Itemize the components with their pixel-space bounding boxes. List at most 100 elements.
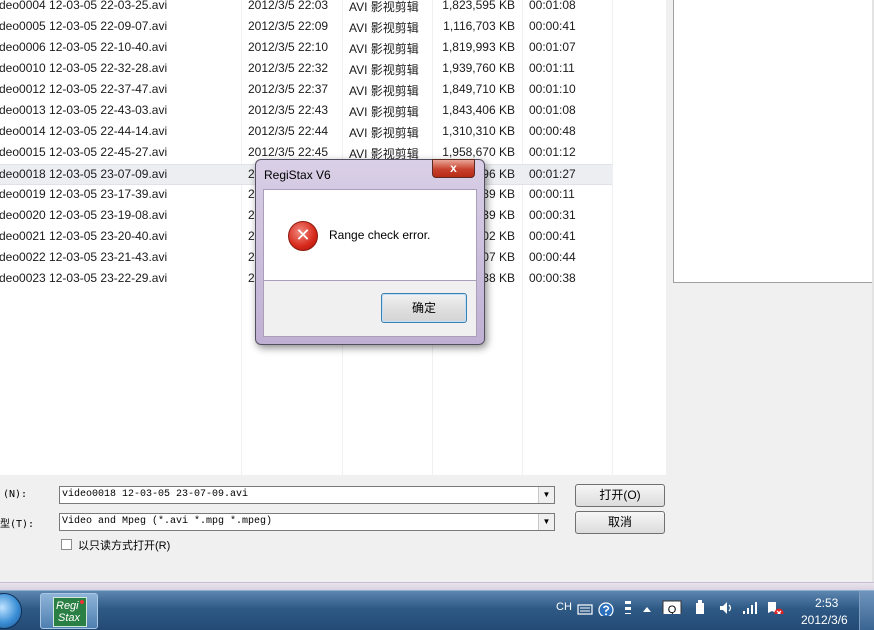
file-duration: 00:01:12 bbox=[529, 145, 576, 159]
file-date: 2 bbox=[248, 271, 255, 285]
file-name: deo0019 12-03-05 23-17-39.avi bbox=[0, 187, 168, 201]
file-date: 2012/3/5 22:32 bbox=[248, 61, 329, 75]
filetype-label: 型(T): bbox=[0, 519, 35, 530]
registax-icon-dot bbox=[80, 600, 84, 604]
file-size: 1,939,760 KB bbox=[442, 61, 515, 75]
file-type: AVI 影视剪辑 bbox=[349, 0, 419, 14]
svg-text:Q: Q bbox=[668, 604, 677, 614]
registax-icon: Regi Stax bbox=[53, 597, 87, 627]
file-duration: 00:00:41 bbox=[529, 229, 576, 243]
file-row[interactable]: deo0012 12-03-05 22-37-47.avi 2012/3/5 22… bbox=[0, 80, 612, 101]
file-size: 1,310,310 KB bbox=[442, 124, 515, 138]
file-date: 2 bbox=[248, 250, 255, 264]
file-name: deo0021 12-03-05 23-20-40.avi bbox=[0, 229, 168, 243]
safely-remove-hardware-icon[interactable] bbox=[693, 600, 707, 614]
file-name: deo0022 12-03-05 23-21-43.avi bbox=[0, 250, 168, 264]
file-size: 1,819,993 KB bbox=[442, 40, 515, 54]
taskbar-app-registax[interactable]: Regi Stax bbox=[40, 593, 98, 629]
file-date: 2 bbox=[248, 208, 255, 222]
error-message: Range check error. bbox=[329, 228, 431, 242]
file-size: 1,958,670 KB bbox=[442, 145, 515, 159]
file-duration: 00:01:07 bbox=[529, 40, 576, 54]
error-icon: ✕ bbox=[288, 221, 318, 251]
cancel-button[interactable]: 取消 bbox=[575, 511, 665, 534]
file-duration: 00:01:10 bbox=[529, 82, 576, 96]
error-dialog: RegiStax V6 x ✕ Range check error. 确定 bbox=[255, 159, 485, 345]
file-size: 1,116,703 KB bbox=[443, 19, 515, 33]
file-name: deo0010 12-03-05 22-32-28.avi bbox=[0, 61, 168, 75]
ime-icon[interactable]: Q bbox=[662, 600, 682, 614]
file-type: AVI 影视剪辑 bbox=[349, 63, 419, 77]
filetype-combo[interactable]: Video and Mpeg (*.avi *.mpg *.mpeg) ▼ bbox=[59, 513, 555, 531]
help-icon[interactable] bbox=[598, 602, 614, 616]
file-row[interactable]: deo0005 12-03-05 22-09-07.avi 2012/3/5 22… bbox=[0, 17, 612, 38]
file-date: 2012/3/5 22:43 bbox=[248, 103, 329, 117]
options-icon[interactable] bbox=[622, 600, 634, 614]
language-indicator[interactable]: CH bbox=[556, 601, 572, 613]
file-row[interactable]: deo0014 12-03-05 22-44-14.avi 2012/3/5 22… bbox=[0, 122, 612, 143]
file-type: AVI 影视剪辑 bbox=[349, 126, 419, 140]
file-name: deo0004 12-03-05 22-03-25.avi bbox=[0, 0, 168, 12]
file-date: 2012/3/5 22:45 bbox=[248, 145, 329, 159]
file-row[interactable]: deo0006 12-03-05 22-10-40.avi 2012/3/5 22… bbox=[0, 38, 612, 59]
file-name: deo0020 12-03-05 23-19-08.avi bbox=[0, 208, 168, 222]
file-duration: 00:00:11 bbox=[529, 187, 575, 201]
file-name: deo0014 12-03-05 22-44-14.avi bbox=[0, 124, 168, 138]
readonly-label: 以只读方式打开(R) bbox=[78, 540, 171, 552]
dialog-footer: 确定 bbox=[263, 281, 477, 337]
keyboard-icon[interactable] bbox=[577, 602, 593, 616]
show-desktop-button[interactable] bbox=[859, 591, 874, 630]
file-date: 2012/3/5 22:03 bbox=[248, 0, 329, 12]
file-name: deo0018 12-03-05 23-07-09.avi bbox=[0, 167, 168, 181]
file-date: 2012/3/5 22:37 bbox=[248, 82, 329, 96]
file-name: deo0015 12-03-05 22-45-27.avi bbox=[0, 145, 168, 159]
file-type: AVI 影视剪辑 bbox=[349, 105, 419, 119]
close-icon[interactable]: x bbox=[432, 159, 475, 178]
file-type: AVI 影视剪辑 bbox=[349, 84, 419, 98]
file-date: 2012/3/5 22:09 bbox=[248, 19, 329, 33]
file-duration: 00:01:11 bbox=[529, 61, 575, 75]
volume-icon[interactable] bbox=[718, 600, 734, 614]
file-duration: 00:00:44 bbox=[529, 250, 576, 264]
file-row[interactable]: deo0004 12-03-05 22-03-25.avi 2012/3/5 22… bbox=[0, 0, 612, 17]
dialog-title: RegiStax V6 bbox=[264, 168, 331, 182]
network-icon[interactable] bbox=[742, 601, 758, 615]
file-duration: 00:00:31 bbox=[529, 208, 576, 222]
chevron-down-icon[interactable]: ▼ bbox=[538, 487, 554, 503]
action-center-icon[interactable] bbox=[766, 600, 784, 614]
ok-button[interactable]: 确定 bbox=[381, 293, 467, 323]
open-button[interactable]: 打开(O) bbox=[575, 484, 665, 507]
clock-time[interactable]: 2:53 bbox=[815, 596, 838, 610]
file-duration: 00:01:27 bbox=[529, 167, 576, 181]
file-size: 1,843,406 KB bbox=[442, 103, 515, 117]
dialog-body: ✕ Range check error. bbox=[263, 189, 477, 281]
file-duration: 00:01:08 bbox=[529, 0, 576, 12]
file-size: 1,849,710 KB bbox=[442, 82, 515, 96]
file-date: 2012/3/5 22:44 bbox=[248, 124, 329, 138]
file-type: AVI 影视剪辑 bbox=[349, 42, 419, 56]
start-button[interactable] bbox=[0, 593, 22, 629]
file-duration: 00:01:08 bbox=[529, 103, 576, 117]
filename-label: (N): bbox=[3, 489, 28, 500]
registax-icon-text: Regi bbox=[56, 600, 79, 612]
filetype-value: Video and Mpeg (*.avi *.mpg *.mpeg) bbox=[62, 516, 273, 527]
file-row[interactable]: deo0010 12-03-05 22-32-28.avi 2012/3/5 22… bbox=[0, 59, 612, 80]
file-name: deo0013 12-03-05 22-43-03.avi bbox=[0, 103, 168, 117]
show-hidden-icons-icon[interactable] bbox=[642, 605, 652, 619]
file-name: deo0023 12-03-05 23-22-29.avi bbox=[0, 271, 168, 285]
file-duration: 00:00:38 bbox=[529, 271, 576, 285]
chevron-down-icon[interactable]: ▼ bbox=[538, 514, 554, 530]
file-date: 2 bbox=[248, 187, 255, 201]
taskbar: Regi Stax CH Q 2:53 2012/3/6 bbox=[0, 590, 874, 630]
readonly-checkbox[interactable] bbox=[61, 539, 72, 550]
file-date: 2 bbox=[248, 167, 255, 181]
file-type: AVI 影视剪辑 bbox=[349, 21, 419, 35]
file-duration: 00:00:48 bbox=[529, 124, 576, 138]
clock-date[interactable]: 2012/3/6 bbox=[801, 613, 848, 627]
file-size: 1,823,595 KB bbox=[442, 0, 515, 12]
file-name: deo0012 12-03-05 22-37-47.avi bbox=[0, 82, 168, 96]
file-row[interactable]: deo0013 12-03-05 22-43-03.avi 2012/3/5 22… bbox=[0, 101, 612, 122]
filename-combo[interactable]: video0018 12-03-05 23-07-09.avi ▼ bbox=[59, 486, 555, 504]
column-divider bbox=[612, 0, 613, 475]
file-duration: 00:00:41 bbox=[529, 19, 576, 33]
